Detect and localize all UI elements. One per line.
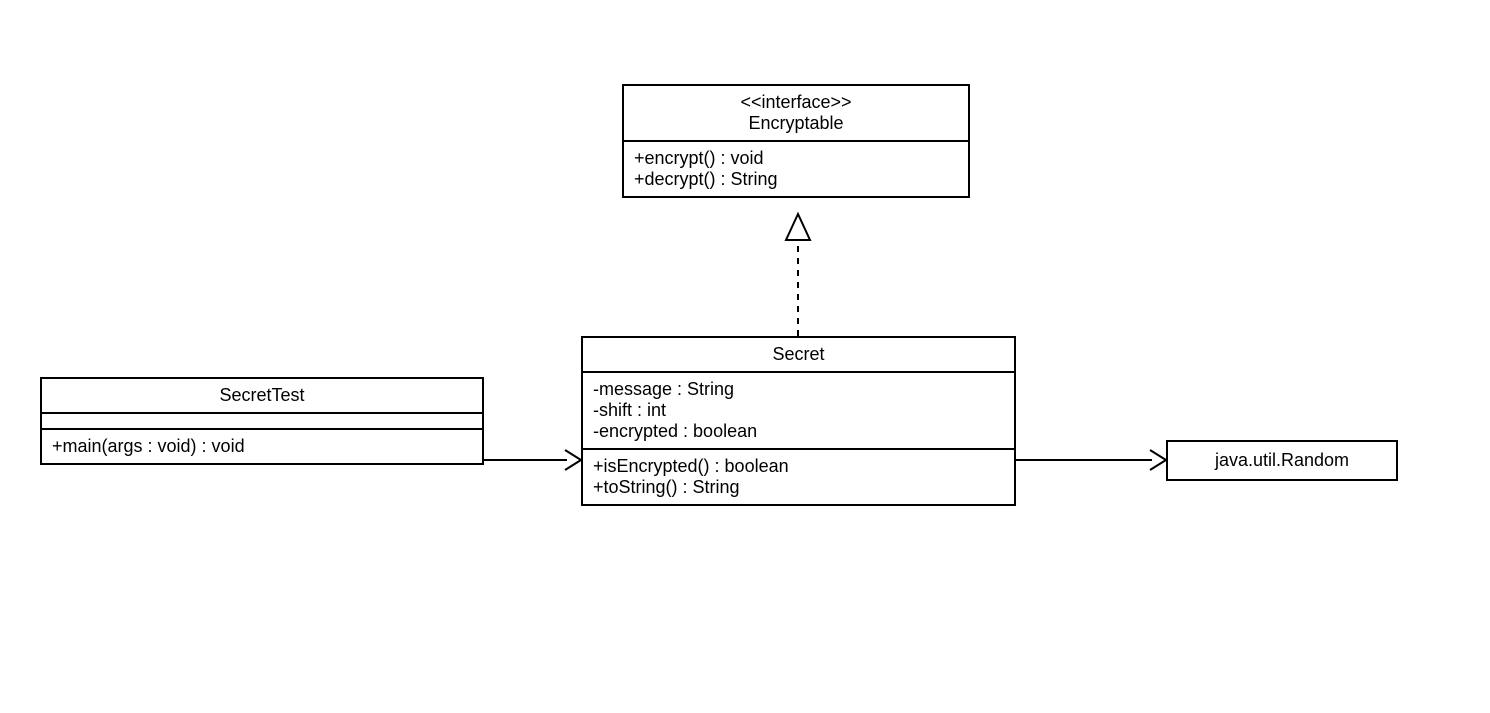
method-item: +decrypt() : String bbox=[634, 169, 958, 190]
attribute-item: -shift : int bbox=[593, 400, 1004, 421]
attributes-section: -message : String -shift : int -encrypte… bbox=[583, 373, 1014, 450]
method-item: +encrypt() : void bbox=[634, 148, 958, 169]
class-name-label: Secret bbox=[593, 344, 1004, 365]
class-name-label: SecretTest bbox=[52, 385, 472, 406]
class-header: SecretTest bbox=[42, 379, 482, 414]
methods-section: +encrypt() : void +decrypt() : String bbox=[624, 142, 968, 196]
attribute-item: -message : String bbox=[593, 379, 1004, 400]
class-secrettest: SecretTest +main(args : void) : void bbox=[40, 377, 484, 465]
methods-section: +main(args : void) : void bbox=[42, 430, 482, 463]
realization-arrowhead bbox=[786, 214, 810, 240]
class-name-label: Encryptable bbox=[634, 113, 958, 134]
class-name-label: java.util.Random bbox=[1215, 450, 1349, 470]
method-item: +toString() : String bbox=[593, 477, 1004, 498]
method-item: +main(args : void) : void bbox=[52, 436, 472, 457]
uml-diagram: <<interface>> Encryptable +encrypt() : v… bbox=[0, 0, 1490, 713]
method-item: +isEncrypted() : boolean bbox=[593, 456, 1004, 477]
arrowhead-part bbox=[1150, 460, 1166, 470]
arrowhead-part bbox=[565, 450, 581, 460]
methods-section: +isEncrypted() : boolean +toString() : S… bbox=[583, 450, 1014, 504]
arrowhead-part bbox=[565, 460, 581, 470]
stereotype-label: <<interface>> bbox=[634, 92, 958, 113]
arrowhead-part bbox=[1150, 450, 1166, 460]
class-secret: Secret -message : String -shift : int -e… bbox=[581, 336, 1016, 506]
class-header: <<interface>> Encryptable bbox=[624, 86, 968, 142]
attributes-section bbox=[42, 414, 482, 430]
attribute-item: -encrypted : boolean bbox=[593, 421, 1004, 442]
class-random: java.util.Random bbox=[1166, 440, 1398, 481]
class-encryptable: <<interface>> Encryptable +encrypt() : v… bbox=[622, 84, 970, 198]
class-header: Secret bbox=[583, 338, 1014, 373]
